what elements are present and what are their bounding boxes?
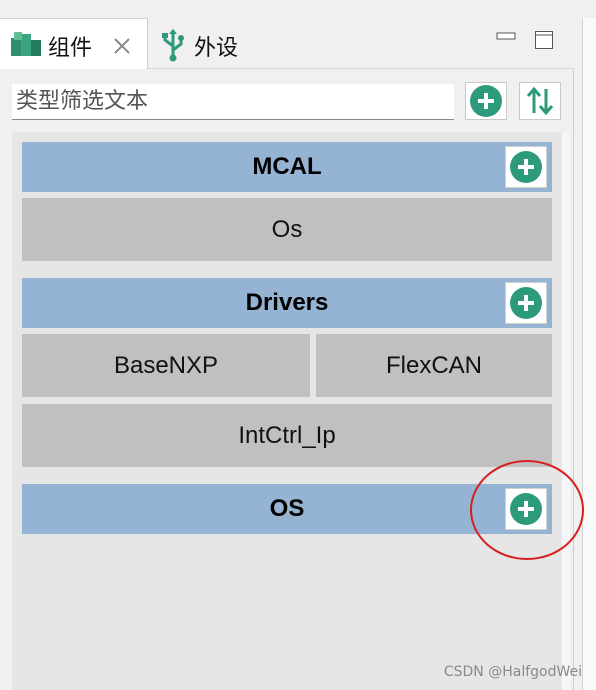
component-item-flexcan[interactable]: FlexCAN	[316, 334, 552, 397]
maximize-icon[interactable]	[534, 30, 556, 52]
scrollbar[interactable]	[562, 132, 570, 690]
components-icon	[11, 32, 41, 56]
component-item-os[interactable]: Os	[22, 198, 552, 261]
add-to-drivers-button[interactable]	[505, 282, 547, 324]
component-item-basenxp[interactable]: BaseNXP	[22, 334, 310, 397]
component-label: IntCtrl_Ip	[238, 421, 336, 449]
minimize-icon[interactable]	[496, 30, 518, 44]
component-label: BaseNXP	[113, 351, 219, 379]
sort-button[interactable]	[519, 82, 561, 120]
group-title: Drivers	[245, 289, 329, 316]
group-header-mcal: MCAL	[22, 142, 552, 192]
group-title: OS	[269, 495, 305, 522]
component-label: FlexCAN	[385, 351, 482, 379]
close-icon[interactable]	[112, 36, 132, 56]
component-label: Os	[271, 215, 303, 243]
add-to-mcal-button[interactable]	[505, 146, 547, 188]
component-item-intctrl-ip[interactable]: IntCtrl_Ip	[22, 404, 552, 467]
tab-components-label: 组件	[48, 36, 93, 61]
add-component-button[interactable]	[465, 82, 507, 120]
watermark: CSDN @HalfgodWei	[443, 664, 582, 680]
plus-icon	[510, 151, 542, 183]
plus-icon	[510, 287, 542, 319]
plus-icon	[470, 85, 502, 117]
group-header-drivers: Drivers	[22, 278, 552, 328]
tab-peripherals-label[interactable]: 外设	[194, 30, 238, 62]
group-title: MCAL	[252, 153, 322, 180]
usb-icon	[162, 29, 184, 62]
adjacent-panel-edge	[582, 18, 596, 690]
annotation-circle	[470, 460, 584, 560]
sort-arrows-icon	[526, 86, 554, 116]
filter-input[interactable]	[12, 84, 454, 120]
